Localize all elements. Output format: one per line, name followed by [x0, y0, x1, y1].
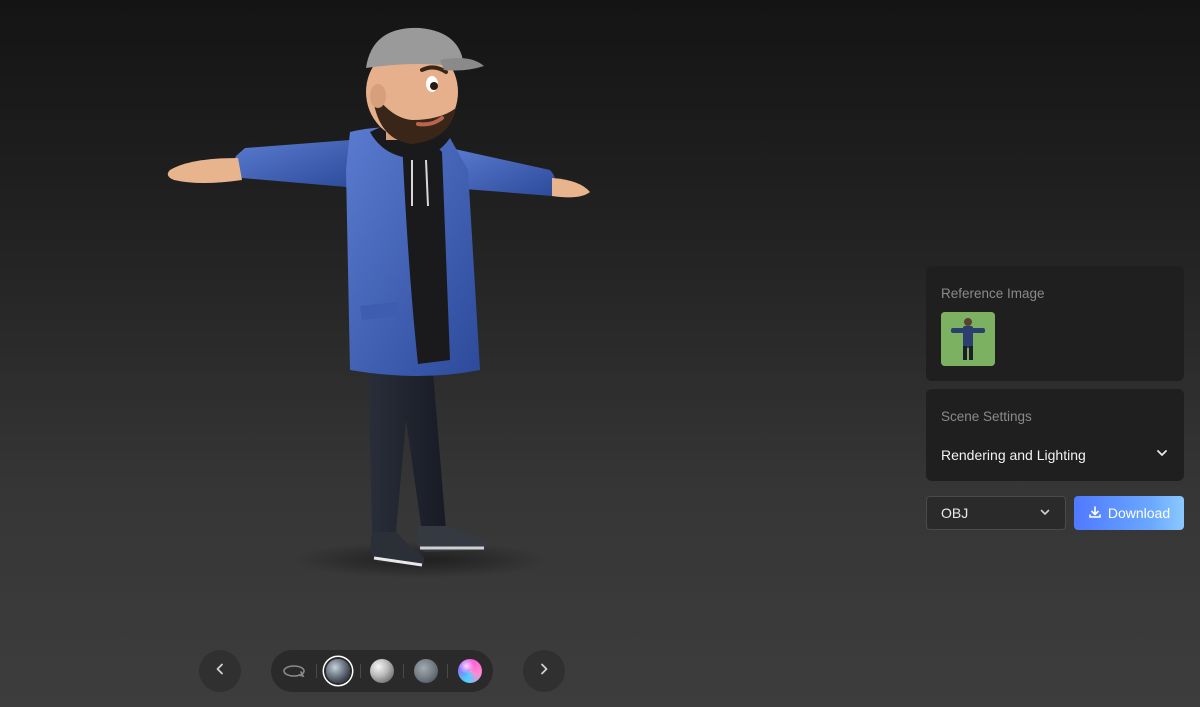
divider: [315, 664, 317, 678]
reference-figure-icon: [941, 312, 995, 366]
reference-image-title: Reference Image: [941, 286, 1045, 301]
chevron-down-icon: [1039, 505, 1051, 521]
environment-material-sphere: [326, 659, 351, 683]
clay-material-button[interactable]: [369, 657, 396, 685]
chevron-down-icon: [1155, 446, 1169, 465]
reference-image-panel: Reference Image: [926, 266, 1184, 381]
rainbow-material-button[interactable]: [456, 657, 483, 685]
download-label: Download: [1107, 505, 1171, 521]
format-select-value: OBJ: [941, 505, 969, 521]
download-icon: [1088, 505, 1102, 522]
rendering-lighting-label: Rendering and Lighting: [941, 447, 1086, 463]
divider: [447, 664, 449, 678]
rough-material-sphere: [413, 659, 438, 683]
environment-material-button[interactable]: [325, 657, 352, 685]
next-button[interactable]: [523, 650, 565, 692]
scene-settings-title: Scene Settings: [941, 409, 1032, 424]
rendering-lighting-dropdown[interactable]: Rendering and Lighting: [941, 445, 1169, 465]
rainbow-material-sphere: [457, 659, 482, 683]
chevron-right-icon: [537, 662, 551, 681]
rotate-icon[interactable]: [281, 657, 308, 685]
download-button[interactable]: Download: [1074, 496, 1184, 530]
format-select[interactable]: OBJ: [926, 496, 1066, 530]
divider: [403, 664, 405, 678]
previous-button[interactable]: [199, 650, 241, 692]
clay-material-sphere: [369, 659, 394, 683]
material-selector: [271, 650, 493, 692]
character-model[interactable]: [150, 20, 610, 580]
3d-viewport[interactable]: [0, 0, 920, 707]
chevron-left-icon: [213, 662, 227, 681]
reference-image-thumbnail[interactable]: [941, 312, 995, 366]
divider: [359, 664, 361, 678]
scene-settings-panel: Scene Settings Rendering and Lighting: [926, 389, 1184, 481]
rough-material-button[interactable]: [412, 657, 439, 685]
